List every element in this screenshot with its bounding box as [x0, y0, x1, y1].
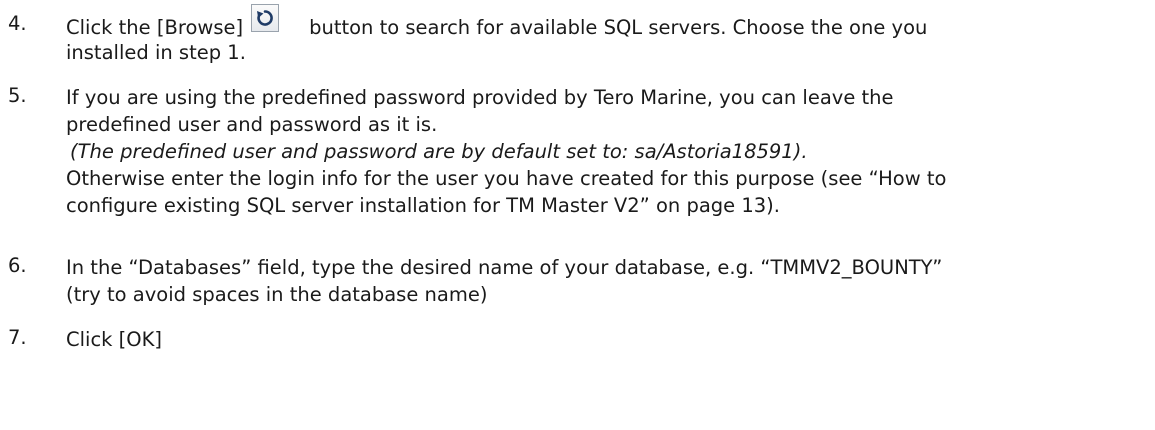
item-number: 7. [8, 326, 27, 349]
browse-button[interactable] [251, 4, 280, 32]
item-line: installed in step 1. [66, 41, 246, 64]
refresh-icon [257, 10, 273, 26]
item-body: If you are using the predefined password… [66, 84, 1146, 219]
item-text-before-button: Click the [Browse] [66, 16, 244, 39]
item-body: Click [OK] [66, 326, 1146, 353]
item-line: If you are using the predefined password… [66, 86, 894, 109]
item-line: Click [OK] [66, 328, 163, 351]
item-line: Click the [Browse] button to search for a… [66, 4, 1146, 39]
item-line: Otherwise enter the login info for the u… [66, 167, 947, 190]
item-body: In the “Databases” field, type the desir… [66, 254, 1146, 308]
item-text-after-button: button to search for available SQL serve… [309, 16, 928, 39]
item-line: predefined user and password as it is. [66, 113, 438, 136]
item-number: 5. [8, 84, 27, 107]
item-line: configure existing SQL server installati… [66, 194, 780, 217]
item-number: 6. [8, 254, 27, 277]
item-line: (try to avoid spaces in the database nam… [66, 283, 488, 306]
italic-note: (The predefined user and password are by… [70, 140, 808, 163]
document-page: 4. Click the [Browse] button to search fo… [0, 0, 1155, 430]
item-number: 4. [8, 12, 27, 35]
item-body: Click the [Browse] button to search for a… [66, 4, 1146, 66]
item-line: In the “Databases” field, type the desir… [66, 256, 943, 279]
